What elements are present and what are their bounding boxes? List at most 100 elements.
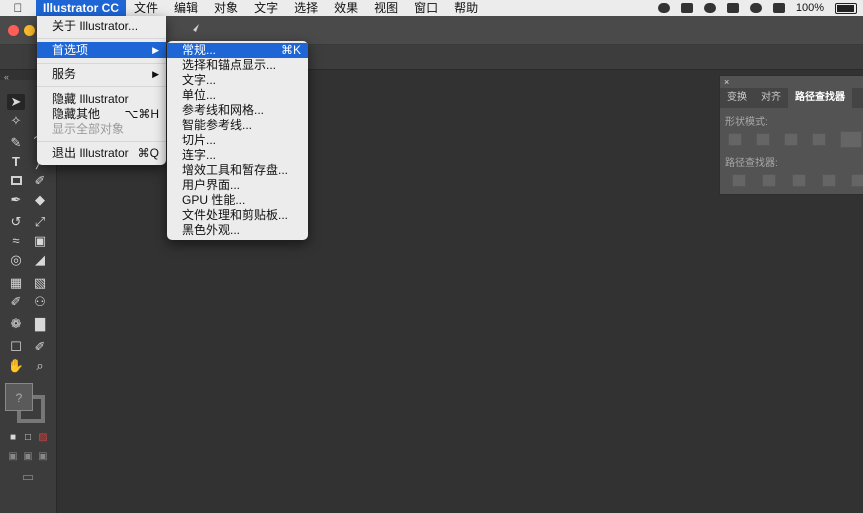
slice-tool-icon[interactable]: ✐	[31, 339, 49, 355]
menu-item-label: 显示全部对象	[52, 122, 125, 136]
pref-item-general[interactable]: 常规... ⌘K	[167, 43, 308, 58]
menu-select[interactable]: 选择	[286, 0, 326, 16]
trim-icon[interactable]	[762, 174, 776, 187]
menu-item-label: 参考线和网格...	[182, 103, 265, 117]
menu-effect[interactable]: 效果	[326, 0, 366, 16]
close-window-icon[interactable]	[8, 25, 19, 36]
selection-tool-icon[interactable]: ➤	[7, 94, 25, 110]
menu-separator	[37, 86, 166, 87]
symbol-sprayer-tool-icon[interactable]: ❁	[7, 316, 25, 332]
zoom-tool-icon[interactable]: ⌕	[31, 358, 49, 374]
menu-item-shortcut: ⌥⌘H	[124, 107, 160, 121]
type-tool-icon[interactable]: T	[7, 154, 25, 170]
free-transform-tool-icon[interactable]: ▣	[31, 233, 49, 249]
menu-item-preferences[interactable]: 首选项 ▶	[37, 42, 166, 58]
intersect-icon[interactable]	[784, 133, 798, 146]
expand-button[interactable]	[840, 131, 862, 148]
menu-window[interactable]: 窗口	[406, 0, 446, 16]
submenu-arrow-icon: ▶	[152, 69, 159, 79]
preferences-submenu: 常规... ⌘K 选择和锚点显示... 文字... 单位... 参考线和网格..…	[167, 41, 308, 240]
pref-item-slices[interactable]: 切片...	[167, 133, 308, 148]
menu-item-hide-illustrator[interactable]: 隐藏 Illustrator	[37, 92, 166, 107]
artboard-tool-icon[interactable]: ☐	[7, 339, 25, 355]
eyedropper-tool-icon[interactable]: ✐	[7, 294, 25, 310]
mesh-tool-icon[interactable]: ▦	[7, 275, 25, 291]
hand-tool-icon[interactable]: ✋	[7, 358, 25, 374]
menu-item-label: 单位...	[182, 88, 217, 102]
tab-pathfinder[interactable]: 路径查找器	[788, 88, 852, 108]
menu-type[interactable]: 文字	[246, 0, 286, 16]
menu-object[interactable]: 对象	[206, 0, 246, 16]
none-mode-icon[interactable]: ▨	[34, 430, 52, 446]
airplay-icon[interactable]	[772, 3, 785, 13]
bell-icon[interactable]	[726, 3, 739, 13]
exclude-icon[interactable]	[812, 133, 826, 146]
fill-swatch[interactable]: ?	[5, 383, 33, 411]
pref-item-units[interactable]: 单位...	[167, 88, 308, 103]
draw-inside-icon[interactable]: ▣	[34, 449, 52, 465]
pref-item-gpu-performance[interactable]: GPU 性能...	[167, 193, 308, 208]
pref-item-plugins-scratch[interactable]: 增效工具和暂存盘...	[167, 163, 308, 178]
outline-icon[interactable]	[851, 174, 863, 187]
width-tool-icon[interactable]: ≈	[7, 233, 25, 249]
menu-help[interactable]: 帮助	[446, 0, 486, 16]
pref-item-smart-guides[interactable]: 智能参考线...	[167, 118, 308, 133]
scale-tool-icon[interactable]: ⤢	[31, 214, 49, 230]
pathfinder-panel: × 变换 对齐 路径查找器 形状模式: 路径查找器:	[719, 75, 863, 195]
gradient-tool-icon[interactable]: ▧	[31, 275, 49, 291]
magic-wand-tool-icon[interactable]: ✧	[7, 113, 25, 129]
tab-align[interactable]: 对齐	[754, 88, 788, 108]
rectangle-tool-icon[interactable]	[7, 173, 25, 189]
paintbrush-tool-icon[interactable]: ✐	[31, 173, 49, 189]
battery-percent: 100%	[795, 2, 824, 14]
menu-view[interactable]: 视图	[366, 0, 406, 16]
menu-item-label: GPU 性能...	[182, 193, 246, 207]
pref-item-type[interactable]: 文字...	[167, 73, 308, 88]
menu-item-quit[interactable]: 退出 Illustrator ⌘Q	[37, 146, 166, 161]
pen-tool-icon[interactable]: ✎	[7, 135, 25, 151]
screen-mode-icon[interactable]: ▭	[19, 469, 37, 485]
sync-icon[interactable]	[703, 3, 716, 13]
menu-file[interactable]: 文件	[126, 0, 166, 16]
fill-stroke-widget[interactable]: ?	[5, 383, 45, 423]
panel-close-icon[interactable]: ×	[724, 77, 729, 87]
apple-icon[interactable]: 	[0, 1, 36, 15]
pref-item-guides-grid[interactable]: 参考线和网格...	[167, 103, 308, 118]
minimize-window-icon[interactable]	[24, 25, 35, 36]
qq-icon[interactable]	[680, 3, 693, 13]
pref-item-user-interface[interactable]: 用户界面...	[167, 178, 308, 193]
tab-transform[interactable]: 变换	[720, 88, 754, 108]
merge-icon[interactable]	[792, 174, 806, 187]
divide-icon[interactable]	[732, 174, 746, 187]
menu-item-show-all: 显示全部对象	[37, 122, 166, 137]
menu-item-about[interactable]: 关于 Illustrator...	[37, 19, 166, 34]
menu-illustrator[interactable]: Illustrator CC	[36, 0, 127, 16]
column-graph-tool-icon[interactable]: ▇	[31, 316, 49, 332]
shape-builder-tool-icon[interactable]: ◎	[7, 252, 25, 268]
eraser-tool-icon[interactable]: ◆	[31, 192, 49, 208]
pref-item-selection-anchor[interactable]: 选择和锚点显示...	[167, 58, 308, 73]
blend-tool-icon[interactable]: ⚇	[31, 294, 49, 310]
menu-item-services[interactable]: 服务 ▶	[37, 67, 166, 82]
menu-edit[interactable]: 编辑	[166, 0, 206, 16]
unite-icon[interactable]	[728, 133, 742, 146]
crop-icon[interactable]	[822, 174, 836, 187]
menu-item-label: 隐藏其他	[52, 107, 101, 121]
pref-item-black-appearance[interactable]: 黑色外观...	[167, 223, 308, 238]
pref-item-file-handling[interactable]: 文件处理和剪贴板...	[167, 208, 308, 223]
battery-icon[interactable]	[835, 2, 857, 14]
menu-item-label: 文字...	[182, 73, 217, 87]
submenu-arrow-icon: ▶	[152, 45, 159, 55]
perspective-grid-tool-icon[interactable]: ◢	[31, 252, 49, 268]
menu-item-hide-others[interactable]: 隐藏其他 ⌥⌘H	[37, 107, 166, 122]
rotate-tool-icon[interactable]: ↺	[7, 214, 25, 230]
rocket-icon[interactable]	[187, 22, 201, 36]
menu-item-label: 退出 Illustrator	[52, 146, 129, 160]
illustrator-app-menu: 关于 Illustrator... 首选项 ▶ 服务 ▶ 隐藏 Illustra…	[37, 16, 166, 165]
shaper-tool-icon[interactable]: ✒	[7, 192, 25, 208]
pref-item-hyphenation[interactable]: 连字...	[167, 148, 308, 163]
wifi-icon[interactable]	[749, 3, 762, 13]
menu-item-label: 首选项	[52, 43, 89, 57]
minus-front-icon[interactable]	[756, 133, 770, 146]
wechat-icon[interactable]	[657, 3, 670, 13]
